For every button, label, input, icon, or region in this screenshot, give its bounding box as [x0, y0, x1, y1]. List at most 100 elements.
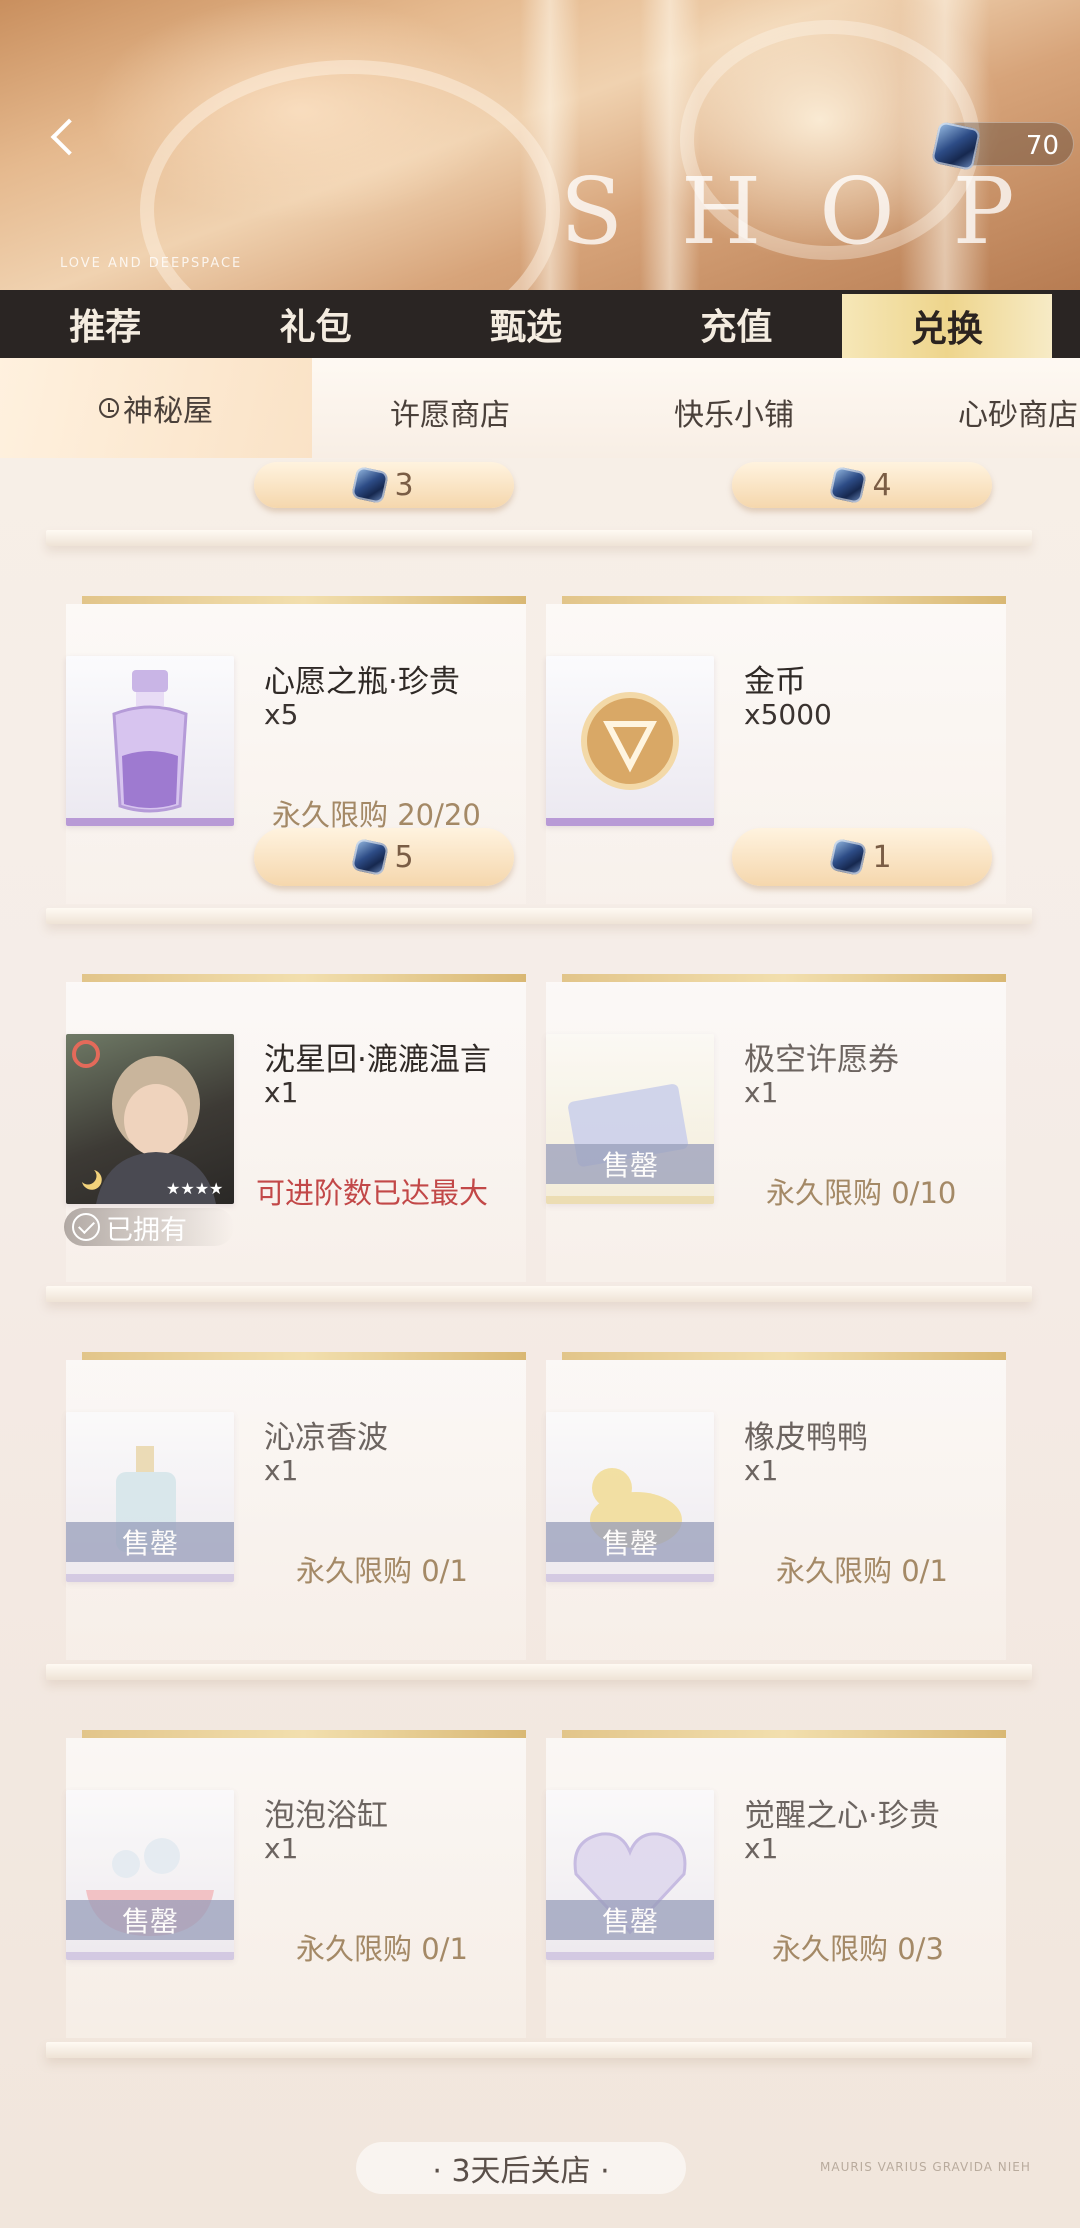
- item-image: 售罄: [66, 1790, 234, 1960]
- sold-out-label: 售罄: [546, 1144, 714, 1184]
- back-button[interactable]: [46, 118, 88, 158]
- item-quantity: x1: [264, 1076, 299, 1109]
- shelf: [46, 2042, 1032, 2058]
- item-image: 售罄: [546, 1790, 714, 1960]
- rarity-bar: [66, 1574, 234, 1582]
- card-top-trim: [82, 1352, 526, 1360]
- wish-bottle-icon: [112, 670, 188, 813]
- sold-out-label: 售罄: [66, 1900, 234, 1940]
- gem-icon: [351, 466, 390, 504]
- card-top-trim: [82, 974, 526, 982]
- shop-close-notice: · 3天后关店 ·: [356, 2142, 686, 2194]
- purchase-limit: 永久限购 0/3: [772, 1932, 944, 1966]
- item-name: 极空许愿券: [744, 1042, 899, 1078]
- tab-recommend[interactable]: 推荐: [0, 290, 210, 358]
- svg-text:★★★★: ★★★★: [166, 1179, 223, 1198]
- item-image: [546, 656, 714, 826]
- card-top-trim: [562, 974, 1006, 982]
- item-quantity: x5000: [744, 698, 832, 731]
- buy-button[interactable]: 4: [732, 462, 992, 508]
- character-portrait-icon: ★★★★: [72, 1040, 223, 1204]
- sub-tab-bar: 神秘屋 许愿商店 快乐小铺 心砂商店: [0, 358, 1080, 458]
- rarity-bar: [546, 1196, 714, 1204]
- price: 5: [394, 839, 414, 875]
- purchase-limit: 永久限购 0/1: [296, 1554, 468, 1588]
- item-image: 售罄: [546, 1034, 714, 1204]
- tab-recharge[interactable]: 充值: [631, 290, 841, 358]
- purchase-limit: 永久限购 0/10: [766, 1176, 957, 1210]
- item-image: [66, 656, 234, 826]
- gem-icon: [829, 838, 868, 876]
- shop-item-card[interactable]: 售罄 极空许愿券 x1 永久限购 0/10: [546, 974, 1006, 1282]
- sold-out-label: 售罄: [546, 1522, 714, 1562]
- brand-logo-text: LOVE AND DEEPSPACE: [60, 256, 243, 271]
- chevron-left-icon: [50, 118, 88, 156]
- shelf: [46, 1664, 1032, 1680]
- item-name: 沁凉香波: [264, 1420, 388, 1456]
- price: 4: [872, 467, 892, 503]
- subtab-heart-sand-shop[interactable]: 心砂商店: [958, 390, 1078, 434]
- shelf: [46, 530, 1032, 546]
- subtab-wish-shop[interactable]: 许愿商店: [390, 390, 510, 434]
- shop-title: SHOP: [560, 158, 1073, 265]
- price: 1: [872, 839, 892, 875]
- rarity-bar: [66, 1952, 234, 1960]
- currency-display[interactable]: 70: [931, 121, 1074, 171]
- purchase-limit: 永久限购 0/1: [776, 1554, 948, 1588]
- card-top-trim: [562, 1352, 1006, 1360]
- shelf: [46, 908, 1032, 924]
- buy-button[interactable]: 1: [732, 828, 992, 886]
- item-quantity: x5: [264, 698, 299, 731]
- gem-icon: [931, 121, 981, 171]
- subtab-mystery-house[interactable]: 神秘屋: [0, 358, 312, 458]
- buy-button[interactable]: 5: [254, 828, 514, 886]
- buy-button[interactable]: 3: [254, 462, 514, 508]
- owned-label: 已拥有: [106, 1214, 187, 1246]
- purchase-limit: 永久限购 0/1: [296, 1932, 468, 1966]
- check-circle-icon: [72, 1213, 100, 1241]
- shop-item-card[interactable]: 售罄 沁凉香波 x1 永久限购 0/1: [66, 1352, 526, 1660]
- gem-icon: [829, 466, 868, 504]
- card-top-trim: [562, 1730, 1006, 1738]
- rarity-bar: [546, 818, 714, 826]
- tab-exchange[interactable]: 兑换: [841, 294, 1053, 358]
- sold-out-label: 售罄: [66, 1522, 234, 1562]
- rarity-bar: [66, 818, 234, 826]
- item-name: 橡皮鸭鸭: [744, 1420, 868, 1456]
- shelf: [46, 1286, 1032, 1302]
- item-name: 泡泡浴缸: [264, 1798, 388, 1834]
- gold-coin-icon: [581, 692, 679, 790]
- card-top-trim: [82, 1730, 526, 1738]
- item-quantity: x1: [264, 1832, 299, 1865]
- card-top-trim: [82, 596, 526, 604]
- footer-tagline: MAURIS VARIUS GRAVIDA NIEH: [820, 2160, 1031, 2174]
- item-name: 心愿之瓶·珍贵: [264, 664, 460, 700]
- tab-gift-pack[interactable]: 礼包: [210, 290, 420, 358]
- owned-badge: 已拥有: [64, 1208, 234, 1246]
- upgrade-status: 可进阶数已达最大: [256, 1176, 489, 1210]
- character-card-image: ★★★★: [66, 1034, 234, 1204]
- item-name: 沈星回·漉漉温言: [264, 1042, 491, 1078]
- clock-icon: [99, 398, 119, 418]
- subtab-label: 神秘屋: [123, 394, 213, 429]
- item-image: 售罄: [66, 1412, 234, 1582]
- item-image: 售罄: [546, 1412, 714, 1582]
- shop-banner: SHOP LOVE AND DEEPSPACE: [0, 0, 1080, 290]
- item-name: 金币: [744, 664, 806, 700]
- shop-item-card[interactable]: 售罄 橡皮鸭鸭 x1 永久限购 0/1: [546, 1352, 1006, 1660]
- item-name: 觉醒之心·珍贵: [744, 1798, 940, 1834]
- price: 3: [394, 467, 414, 503]
- tab-selection[interactable]: 甄选: [421, 290, 631, 358]
- item-quantity: x1: [744, 1076, 779, 1109]
- main-tab-bar: 推荐 礼包 甄选 充值 兑换: [0, 290, 1080, 358]
- rarity-bar: [546, 1952, 714, 1960]
- subtab-happy-store[interactable]: 快乐小铺: [674, 390, 794, 434]
- sold-out-label: 售罄: [546, 1900, 714, 1940]
- shop-item-card[interactable]: 售罄 觉醒之心·珍贵 x1 永久限购 0/3: [546, 1730, 1006, 2038]
- currency-value: 70: [1025, 131, 1059, 161]
- shop-item-card[interactable]: 售罄 泡泡浴缸 x1 永久限购 0/1: [66, 1730, 526, 2038]
- item-quantity: x1: [744, 1454, 779, 1487]
- gem-icon: [351, 838, 390, 876]
- item-quantity: x1: [264, 1454, 299, 1487]
- rarity-bar: [546, 1574, 714, 1582]
